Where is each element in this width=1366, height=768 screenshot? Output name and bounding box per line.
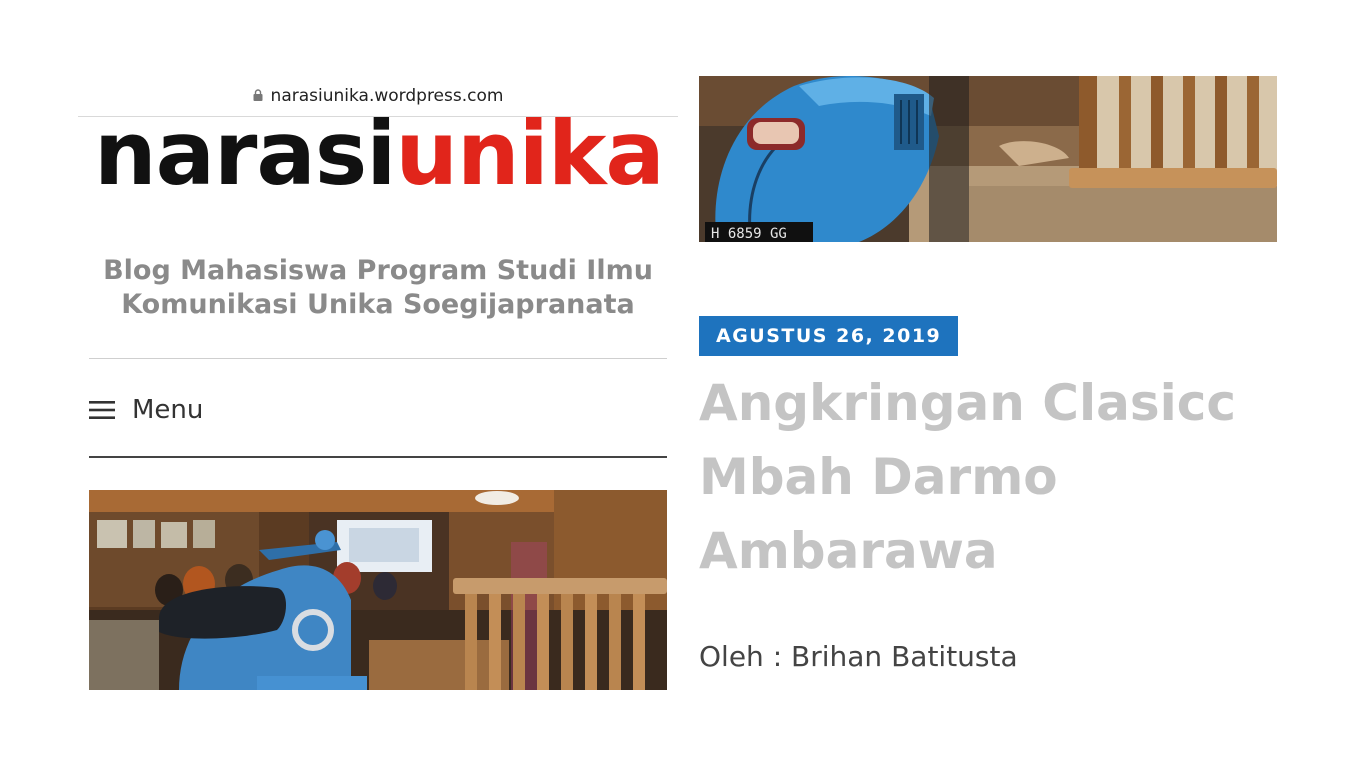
license-plate-text: H 6859 GG: [711, 226, 787, 242]
logo-text-red: unika: [395, 102, 664, 205]
featured-photo-scooter: H 6859 GG: [699, 76, 1277, 242]
divider: [89, 358, 667, 359]
right-screenshot: H 6859 GG AGUSTUS 26, 2019 Angkringan Cl…: [699, 76, 1299, 696]
menu-label: Menu: [132, 395, 204, 425]
menu-underline: [89, 456, 667, 458]
lock-icon: [253, 89, 263, 101]
hamburger-menu-icon: [89, 401, 115, 419]
post-byline: Oleh : Brihan Batitusta: [699, 640, 1018, 673]
post-title[interactable]: Angkringan Clasicc Mbah Darmo Ambarawa: [699, 366, 1299, 588]
site-logo[interactable]: narasiunika: [94, 110, 665, 198]
site-tagline: Blog Mahasiswa Program Studi Ilmu Komuni…: [103, 255, 653, 320]
menu-toggle[interactable]: Menu: [89, 394, 203, 426]
post-date-badge[interactable]: AGUSTUS 26, 2019: [699, 316, 959, 356]
logo-text-dark: narasi: [94, 102, 396, 205]
featured-photo-cafe: [89, 490, 667, 690]
left-screenshot: narasiunika.wordpress.com narasiunika Bl…: [78, 76, 678, 696]
